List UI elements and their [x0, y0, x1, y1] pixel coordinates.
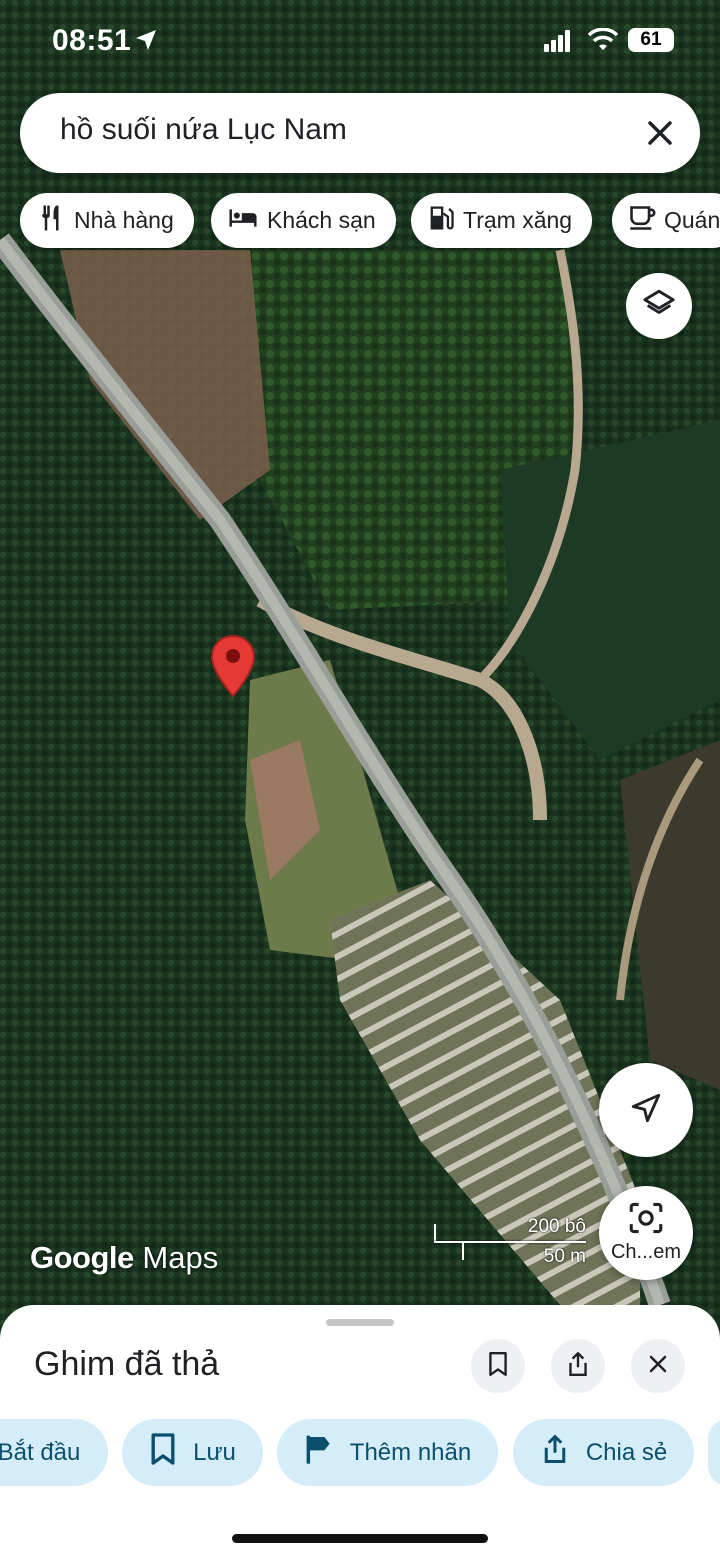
home-indicator — [232, 1534, 488, 1543]
chip-label: Nhà hàng — [74, 207, 174, 233]
chip-label: Quán — [664, 207, 720, 233]
scale-imperial: 200 bộ — [527, 1216, 586, 1237]
save-icon-button[interactable] — [471, 1339, 525, 1393]
coffee-icon — [628, 204, 664, 238]
add-label-label: Thêm nhãn — [349, 1438, 472, 1466]
clear-search-icon[interactable] — [642, 115, 678, 151]
save-label: Lưu — [193, 1438, 236, 1466]
location-arrow-icon — [134, 28, 158, 57]
my-location-button[interactable] — [599, 1063, 693, 1157]
dropped-pin-icon[interactable] — [210, 634, 256, 703]
google-maps-logo: Google Maps — [30, 1240, 218, 1276]
status-bar: 08:51 61 — [0, 0, 720, 84]
close-sheet-button[interactable] — [631, 1339, 685, 1393]
hotel-icon — [227, 203, 267, 239]
flag-icon — [304, 1433, 350, 1472]
brand-maps: Maps — [142, 1240, 219, 1275]
search-bar[interactable]: hồ suối nứa Lục Nam — [20, 93, 700, 173]
camera-lens-icon — [628, 1202, 664, 1239]
battery-indicator: 61 — [628, 28, 674, 52]
restaurant-icon — [36, 203, 74, 239]
chip-cafes[interactable]: Quán — [612, 193, 720, 248]
share-label: Chia sẻ — [585, 1438, 668, 1466]
scale-tick — [462, 1242, 464, 1260]
more-actions-button[interactable] — [708, 1419, 720, 1486]
close-icon — [646, 1352, 670, 1381]
navigation-arrow-icon — [629, 1091, 663, 1130]
camera-search-button[interactable]: Ch...em — [599, 1186, 693, 1280]
sheet-title: Ghim đã thả — [34, 1345, 220, 1383]
share-button[interactable]: Chia sẻ — [513, 1419, 694, 1486]
chip-restaurants[interactable]: Nhà hàng — [20, 193, 194, 248]
chip-label: Trạm xăng — [463, 207, 573, 233]
share-icon — [565, 1350, 591, 1383]
save-button[interactable]: Lưu — [122, 1419, 263, 1486]
map-layers-button[interactable] — [626, 273, 692, 339]
scale-tick — [434, 1224, 436, 1242]
gas-station-icon — [427, 203, 463, 239]
share-icon — [540, 1432, 586, 1473]
scale-bar — [434, 1241, 586, 1243]
camera-label: Ch...em — [610, 1241, 682, 1263]
start-label: Bắt đầu — [0, 1438, 81, 1466]
place-bottom-sheet[interactable]: Ghim đã thả Bắt đầu Lưu Thêm nhãn Chia s… — [0, 1305, 720, 1558]
brand-google: Google — [30, 1240, 134, 1275]
chip-label: Khách sạn — [267, 207, 376, 233]
map-scale: 200 bộ 50 m — [434, 1216, 586, 1267]
scale-metric: 50 m — [543, 1246, 586, 1267]
chip-hotels[interactable]: Khách sạn — [211, 193, 396, 248]
cellular-signal-icon — [544, 30, 572, 57]
wifi-icon — [587, 27, 619, 57]
bookmark-icon — [486, 1351, 510, 1382]
share-icon-button[interactable] — [551, 1339, 605, 1393]
start-button[interactable]: Bắt đầu — [0, 1419, 108, 1486]
drag-handle[interactable] — [326, 1319, 394, 1326]
status-time: 08:51 — [52, 24, 132, 57]
search-query[interactable]: hồ suối nứa Lục Nam — [60, 113, 347, 147]
bookmark-icon — [149, 1432, 193, 1473]
chip-gas-stations[interactable]: Trạm xăng — [411, 193, 593, 248]
action-buttons-row: Bắt đầu Lưu Thêm nhãn Chia sẻ — [0, 1419, 720, 1487]
add-label-button[interactable]: Thêm nhãn — [277, 1419, 498, 1486]
layers-icon — [642, 287, 676, 326]
